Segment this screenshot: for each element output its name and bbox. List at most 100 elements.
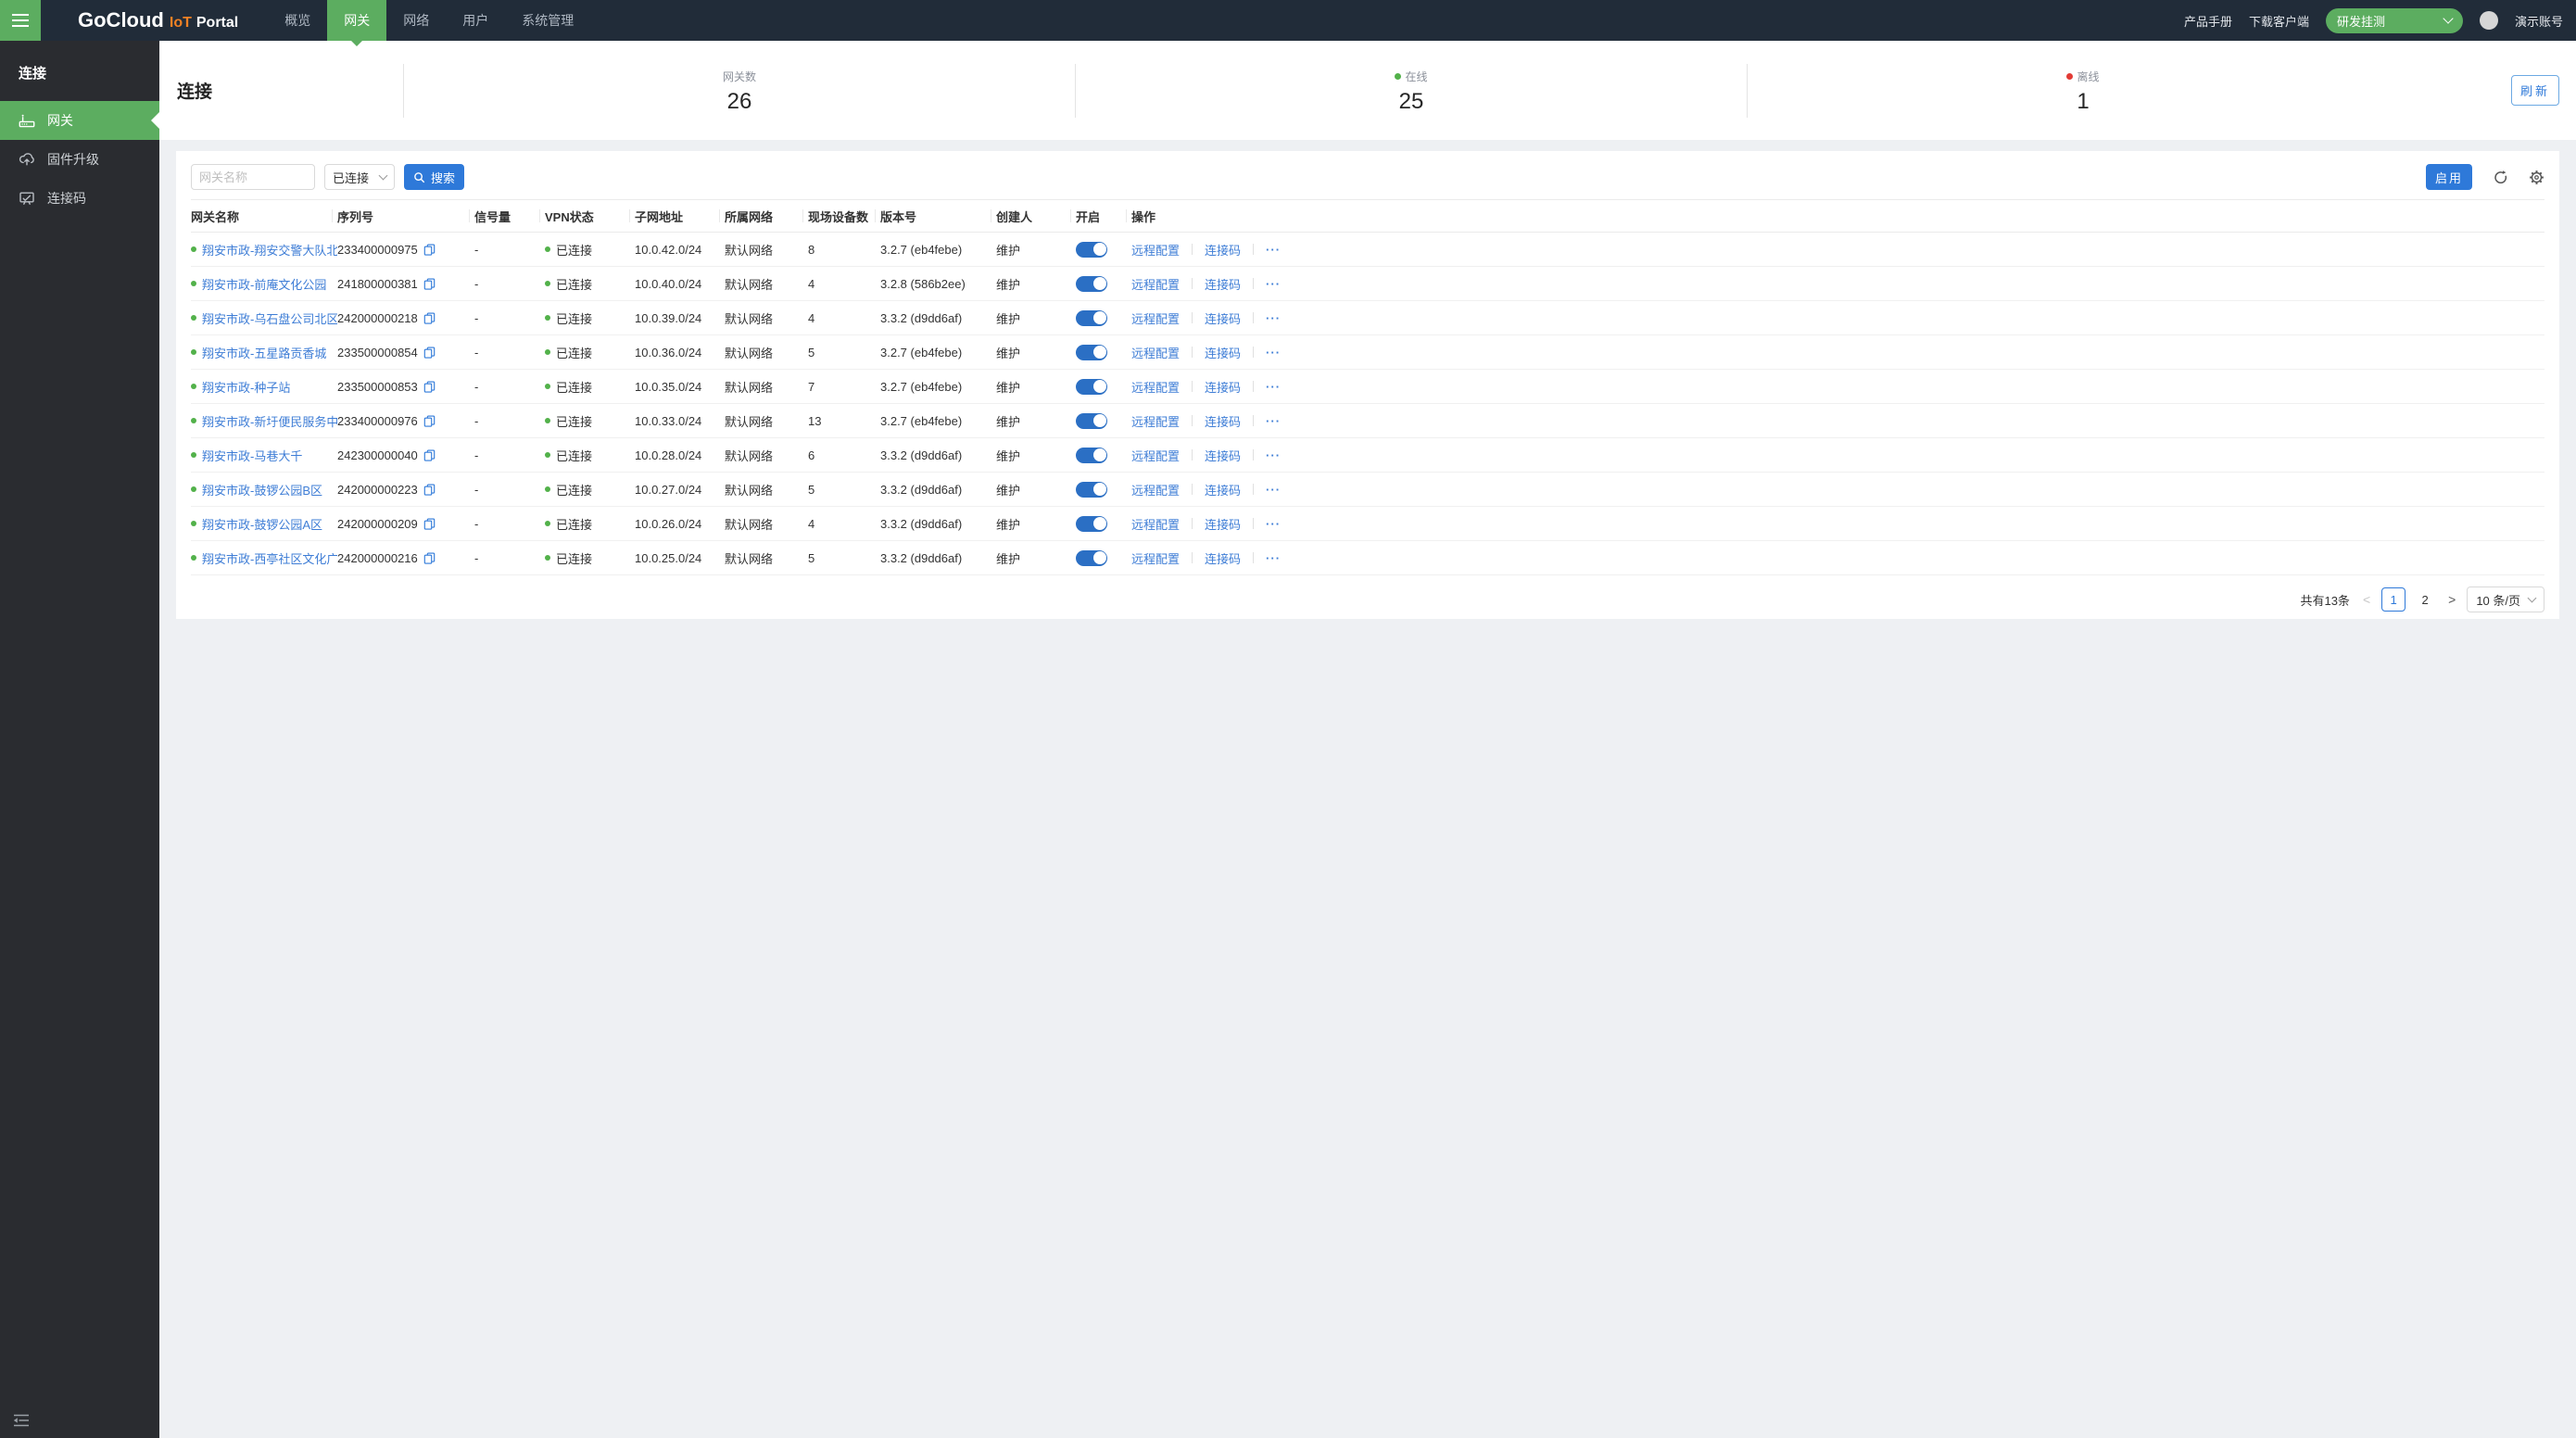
gateway-name-link[interactable]: 翔安市政-前庵文化公园	[202, 275, 326, 293]
pagination: 共有13条 < 12 > 10 条/页	[191, 587, 2544, 612]
page-size-select[interactable]: 10 条/页	[2467, 587, 2544, 612]
gateway-name-link[interactable]: 翔安市政-乌石盘公司北区	[202, 309, 337, 327]
more-actions-button[interactable]: ···	[1266, 311, 1281, 325]
search-button[interactable]: 搜索	[404, 164, 464, 190]
nav-tab-gateway[interactable]: 网关	[327, 0, 386, 41]
enable-toggle[interactable]	[1076, 482, 1107, 498]
connect-code-link[interactable]: 连接码	[1205, 549, 1241, 567]
copy-icon[interactable]	[423, 484, 436, 496]
enable-toggle[interactable]	[1076, 448, 1107, 463]
more-actions-button[interactable]: ···	[1266, 483, 1281, 497]
remote-config-link[interactable]: 远程配置	[1131, 412, 1180, 430]
more-actions-button[interactable]: ···	[1266, 277, 1281, 291]
sidebar-item-connect-code[interactable]: 连接码	[0, 179, 159, 218]
remote-config-link[interactable]: 远程配置	[1131, 447, 1180, 464]
gateway-name-link[interactable]: 翔安市政-西亭社区文化广场	[202, 549, 337, 567]
more-actions-button[interactable]: ···	[1266, 551, 1281, 565]
prev-page-button[interactable]: <	[2361, 592, 2372, 607]
remote-config-link[interactable]: 远程配置	[1131, 549, 1180, 567]
download-client-link[interactable]: 下载客户端	[2249, 12, 2309, 30]
connect-code-link[interactable]: 连接码	[1205, 481, 1241, 498]
connect-code-link[interactable]: 连接码	[1205, 515, 1241, 533]
stat-label: 网关数	[723, 69, 756, 84]
gateway-name-link[interactable]: 翔安市政-鼓锣公园A区	[202, 515, 322, 533]
remote-config-link[interactable]: 远程配置	[1131, 344, 1180, 361]
sidebar-item-firmware-upgrade[interactable]: 固件升级	[0, 140, 159, 179]
column-header: 创建人	[996, 208, 1076, 225]
sidebar-item-gateway[interactable]: 网关	[0, 101, 159, 140]
page-number-button[interactable]: 1	[2381, 587, 2406, 612]
copy-icon[interactable]	[423, 278, 436, 290]
remote-config-link[interactable]: 远程配置	[1131, 309, 1180, 327]
connect-code-link[interactable]: 连接码	[1205, 241, 1241, 259]
remote-config-link[interactable]: 远程配置	[1131, 378, 1180, 396]
more-actions-button[interactable]: ···	[1266, 380, 1281, 394]
connect-code-link[interactable]: 连接码	[1205, 275, 1241, 293]
enable-toggle[interactable]	[1076, 242, 1107, 258]
connection-filter-select[interactable]: 已连接	[324, 164, 395, 190]
enable-toggle[interactable]	[1076, 516, 1107, 532]
enable-toggle[interactable]	[1076, 413, 1107, 429]
remote-config-link[interactable]: 远程配置	[1131, 481, 1180, 498]
enable-toggle[interactable]	[1076, 310, 1107, 326]
more-actions-button[interactable]: ···	[1266, 448, 1281, 462]
environment-select[interactable]: 研发挂测	[2326, 8, 2463, 33]
copy-icon[interactable]	[423, 244, 436, 256]
copy-icon[interactable]	[423, 381, 436, 393]
enable-toggle[interactable]	[1076, 276, 1107, 292]
gateway-name-link[interactable]: 翔安市政-翔安交警大队北侧	[202, 241, 337, 259]
more-actions-button[interactable]: ···	[1266, 414, 1281, 428]
table-row: 翔安市政-种子站 233500000853 - 已连接 10.0.35.0/24…	[191, 370, 2544, 404]
column-header: 现场设备数	[808, 208, 880, 225]
more-actions-button[interactable]: ···	[1266, 243, 1281, 257]
connect-code-link[interactable]: 连接码	[1205, 378, 1241, 396]
table-settings-button[interactable]	[2529, 170, 2544, 185]
table-row: 翔安市政-翔安交警大队北侧 233400000975 - 已连接 10.0.42…	[191, 233, 2544, 267]
copy-icon[interactable]	[423, 415, 436, 427]
copy-icon[interactable]	[423, 518, 436, 530]
gateway-name-link[interactable]: 翔安市政-种子站	[202, 378, 290, 396]
copy-icon[interactable]	[423, 312, 436, 324]
connect-code-link[interactable]: 连接码	[1205, 309, 1241, 327]
chevron-down-icon	[2528, 594, 2537, 603]
avatar[interactable]	[2480, 11, 2498, 30]
remote-config-link[interactable]: 远程配置	[1131, 515, 1180, 533]
next-page-button[interactable]: >	[2446, 592, 2457, 607]
enable-toggle[interactable]	[1076, 379, 1107, 395]
network-name: 默认网络	[725, 447, 808, 464]
connect-code-link[interactable]: 连接码	[1205, 344, 1241, 361]
nav-tab-system-admin[interactable]: 系统管理	[505, 0, 590, 41]
remote-config-link[interactable]: 远程配置	[1131, 275, 1180, 293]
collapse-sidebar-button[interactable]	[13, 1414, 30, 1427]
more-actions-button[interactable]: ···	[1266, 517, 1281, 531]
connect-code-link[interactable]: 连接码	[1205, 412, 1241, 430]
gateway-name-link[interactable]: 翔安市政-五星路贡香城	[202, 344, 326, 361]
account-name[interactable]: 演示账号	[2515, 12, 2563, 30]
gateway-name-link[interactable]: 翔安市政-马巷大千	[202, 447, 302, 464]
product-manual-link[interactable]: 产品手册	[2184, 12, 2232, 30]
enable-toggle[interactable]	[1076, 345, 1107, 360]
navbar-right: 产品手册 下载客户端 研发挂测 演示账号	[2184, 8, 2576, 33]
copy-icon[interactable]	[423, 449, 436, 461]
gateway-name-link[interactable]: 翔安市政-新圩便民服务中心	[202, 412, 337, 430]
gateway-status-dot	[191, 281, 196, 286]
page-number-button[interactable]: 2	[2413, 587, 2437, 612]
subnet-address: 10.0.27.0/24	[635, 483, 725, 497]
hamburger-menu-button[interactable]	[0, 0, 41, 41]
enable-toggle[interactable]	[1076, 550, 1107, 566]
enable-button[interactable]: 启用	[2426, 164, 2472, 190]
copy-icon[interactable]	[423, 552, 436, 564]
more-actions-button[interactable]: ···	[1266, 346, 1281, 360]
gateway-table: 网关名称序列号信号量VPN状态子网地址所属网络现场设备数版本号创建人开启操作 翔…	[191, 199, 2544, 575]
nav-tab-users[interactable]: 用户	[446, 0, 505, 41]
subnet-address: 10.0.26.0/24	[635, 517, 725, 531]
reload-table-button[interactable]	[2493, 170, 2508, 185]
gateway-name-link[interactable]: 翔安市政-鼓锣公园B区	[202, 481, 322, 498]
connect-code-link[interactable]: 连接码	[1205, 447, 1241, 464]
copy-icon[interactable]	[423, 347, 436, 359]
remote-config-link[interactable]: 远程配置	[1131, 241, 1180, 259]
nav-tab-network[interactable]: 网络	[386, 0, 446, 41]
search-input[interactable]	[191, 164, 315, 190]
nav-tab-overview[interactable]: 概览	[268, 0, 327, 41]
refresh-button[interactable]: 刷新	[2511, 75, 2559, 106]
